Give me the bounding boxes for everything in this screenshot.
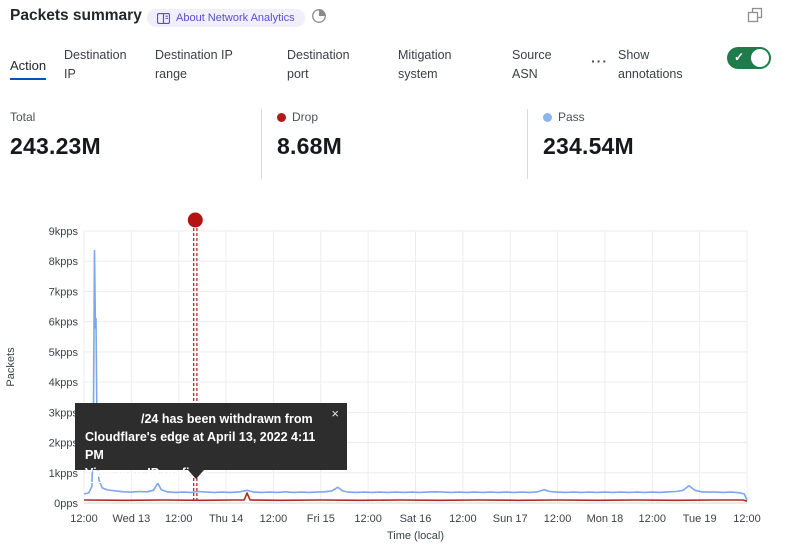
y-tick-label: 4kpps bbox=[49, 377, 79, 389]
close-icon[interactable]: × bbox=[331, 405, 339, 423]
y-tick-label: 5kpps bbox=[49, 347, 79, 359]
stat-total: Total 243.23M bbox=[10, 110, 101, 160]
time-window-icon[interactable] bbox=[311, 8, 327, 29]
x-tick-label: 12:00 bbox=[70, 513, 98, 525]
pass-legend-dot bbox=[543, 113, 552, 122]
x-tick-label: 12:00 bbox=[449, 513, 477, 525]
tab-source-asn[interactable]: Source ASN bbox=[512, 46, 567, 84]
tab-destination-ip[interactable]: Destination IP bbox=[64, 46, 136, 84]
x-tick-label: 12:00 bbox=[165, 513, 193, 525]
x-tick-label: 12:00 bbox=[733, 513, 761, 525]
x-tick-label: Sat 16 bbox=[400, 513, 432, 525]
x-tick-label: Fri 15 bbox=[307, 513, 335, 525]
tab-destination-port[interactable]: Destination port bbox=[287, 46, 367, 84]
y-axis-title: Packets bbox=[5, 347, 17, 387]
x-tick-label: 12:00 bbox=[544, 513, 572, 525]
stats-divider bbox=[261, 109, 262, 179]
stat-total-label: Total bbox=[10, 110, 35, 124]
x-axis-title: Time (local) bbox=[387, 530, 444, 542]
drop-legend-dot bbox=[277, 113, 286, 122]
tab-action[interactable]: Action bbox=[10, 56, 46, 80]
duplicate-window-icon[interactable] bbox=[747, 7, 764, 29]
more-tabs-button[interactable]: ··· bbox=[591, 53, 608, 69]
tab-destination-ip-range[interactable]: Destination IP range bbox=[155, 46, 255, 84]
x-tick-label: Sun 17 bbox=[493, 513, 528, 525]
tooltip-caret bbox=[188, 470, 204, 479]
packets-time-series-chart[interactable]: 12:00 Wed 13 12:00 Thu 14 12:00 Fri 15 12:00 Sa… bbox=[0, 205, 785, 555]
stat-drop-label: Drop bbox=[292, 110, 318, 124]
x-tick-label: 12:00 bbox=[354, 513, 382, 525]
x-tick-label: Thu 14 bbox=[209, 513, 243, 525]
stat-drop-value: 8.68M bbox=[277, 133, 342, 160]
x-tick-label: Tue 19 bbox=[683, 513, 717, 525]
badge-label: About Network Analytics bbox=[176, 12, 295, 24]
check-icon: ✓ bbox=[734, 50, 744, 64]
book-icon bbox=[157, 13, 170, 24]
page-title: Packets summary bbox=[10, 7, 142, 25]
y-tick-label: 0pps bbox=[54, 498, 78, 510]
stat-pass: Pass 234.54M bbox=[543, 110, 634, 160]
x-tick-label: 12:00 bbox=[260, 513, 288, 525]
x-tick-label: Mon 18 bbox=[587, 513, 624, 525]
packets-summary-panel: Packets summary About Network Analytics … bbox=[0, 0, 785, 555]
stats-divider bbox=[527, 109, 528, 179]
y-tick-label: 8kpps bbox=[49, 256, 79, 268]
annotation-tooltip: × /24 has been withdrawn from Cloudflare… bbox=[75, 403, 347, 470]
show-annotations-label: Show annotations bbox=[618, 46, 704, 84]
y-tick-label: 7kpps bbox=[49, 286, 79, 298]
y-tick-label: 6kpps bbox=[49, 317, 79, 329]
stat-pass-label: Pass bbox=[558, 110, 585, 124]
annotation-marker-dot bbox=[188, 213, 203, 228]
stat-total-value: 243.23M bbox=[10, 133, 101, 160]
stat-pass-value: 234.54M bbox=[543, 133, 634, 160]
show-annotations-toggle[interactable]: ✓ bbox=[727, 47, 771, 69]
toggle-knob bbox=[751, 49, 769, 67]
x-tick-label: Wed 13 bbox=[112, 513, 150, 525]
y-tick-label: 9kpps bbox=[49, 226, 79, 238]
x-tick-label: 12:00 bbox=[639, 513, 667, 525]
tab-mitigation-system[interactable]: Mitigation system bbox=[398, 46, 478, 84]
stat-drop: Drop 8.68M bbox=[277, 110, 342, 160]
tooltip-text-line1: /24 has been withdrawn from bbox=[141, 412, 313, 426]
about-network-analytics-badge[interactable]: About Network Analytics bbox=[147, 9, 305, 27]
tooltip-text-line2: Cloudflare's edge at April 13, 2022 4:11… bbox=[85, 428, 337, 464]
